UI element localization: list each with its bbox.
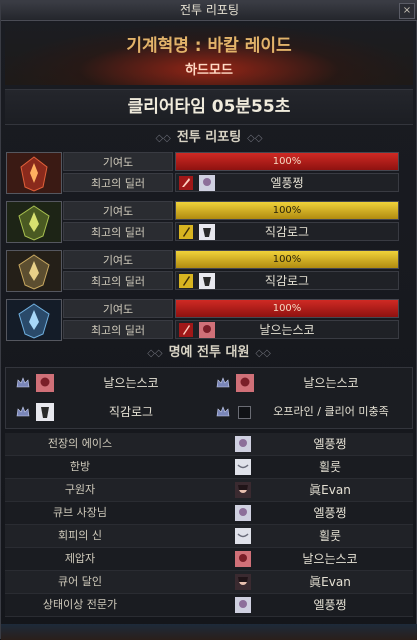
avatar xyxy=(36,374,54,392)
best-dealer: 날으는스코 xyxy=(175,320,399,339)
honor-member-offline: 오프라인 / 클리어 미충족 xyxy=(208,399,406,425)
background-strip xyxy=(1,624,417,640)
honor-member[interactable]: 날으는스코 xyxy=(8,370,206,396)
honor-member-name: 날으는스코 xyxy=(303,376,359,390)
window-title: 전투 리포팅 xyxy=(179,3,239,17)
best-dealer-label: 최고의 딜러 xyxy=(63,320,173,339)
contribution-label: 기여도 xyxy=(63,299,173,318)
avatar xyxy=(199,322,215,338)
award-row: 큐어 달인 眞Evan xyxy=(5,571,413,594)
contribution-label: 기여도 xyxy=(63,250,173,269)
empty-slot xyxy=(238,406,251,419)
contribution-bar: 100% xyxy=(175,152,399,171)
best-dealer-label: 최고의 딜러 xyxy=(63,271,173,290)
contribution-bar: 100% xyxy=(175,201,399,220)
award-player-name: 엘풍쩡 xyxy=(313,437,347,451)
window-titlebar[interactable]: 전투 리포팅 × xyxy=(1,1,417,21)
honor-member-name: 직감로그 xyxy=(108,405,154,419)
honor-member[interactable]: 직감로그 xyxy=(8,399,206,425)
honor-member[interactable]: 날으는스코 xyxy=(208,370,406,396)
avatar xyxy=(235,597,251,613)
report-section-label: 전투 리포팅 xyxy=(176,130,242,145)
best-dealer-name: 직감로그 xyxy=(264,225,310,239)
contribution-bar: 100% xyxy=(175,250,399,269)
best-dealer-name: 직감로그 xyxy=(264,274,310,288)
raid-banner: 기계혁명 : 바칼 레이드 하드모드 xyxy=(5,23,413,85)
avatar xyxy=(236,374,254,392)
award-title: 큐브 사장님 xyxy=(52,506,108,519)
green-dragon-portrait xyxy=(6,201,62,243)
award-row: 큐브 사장님 엘풍쩡 xyxy=(5,502,413,525)
award-title: 상태이상 전문가 xyxy=(42,598,118,611)
contribution-label: 기여도 xyxy=(63,152,173,171)
gold-class-icon xyxy=(179,274,193,288)
gold-class-icon xyxy=(179,225,193,239)
award-player-name: 眞Evan xyxy=(309,483,351,497)
report-row: 기여도 100% 최고의 딜러 직감로그 xyxy=(5,200,413,246)
award-title: 전장의 에이스 xyxy=(47,437,113,450)
avatar xyxy=(36,403,54,421)
award-row: 상태이상 전문가 엘풍쩡 xyxy=(5,594,413,617)
award-player-name: 날으는스코 xyxy=(302,552,358,566)
award-player-name: 엘풍쩡 xyxy=(313,598,347,612)
raid-mode: 하드모드 xyxy=(185,63,233,78)
avatar xyxy=(235,574,251,590)
award-title: 구원자 xyxy=(64,483,96,496)
honor-members-panel: 날으는스코 날으는스코 직감로그 오프라인 / 클리어 미충족 xyxy=(5,367,413,429)
contribution-bar: 100% xyxy=(175,299,399,318)
award-row: 제압자 날으는스코 xyxy=(5,548,413,571)
award-player-name: 眞Evan xyxy=(309,575,351,589)
award-title: 제압자 xyxy=(64,552,96,565)
award-title: 큐어 달인 xyxy=(58,575,102,588)
honor-member-name: 날으는스코 xyxy=(103,376,159,390)
award-player-name: 엘풍쩡 xyxy=(313,506,347,520)
red-class-icon xyxy=(179,176,193,190)
best-dealer: 직감로그 xyxy=(175,222,399,241)
best-dealer: 엘풍쩡 xyxy=(175,173,399,192)
red-dragon-portrait xyxy=(6,152,62,194)
award-title: 한방 xyxy=(69,460,91,473)
avatar xyxy=(235,551,251,567)
avatar xyxy=(235,528,251,544)
avatar xyxy=(235,459,251,475)
avatar xyxy=(235,505,251,521)
close-button[interactable]: × xyxy=(399,3,415,19)
contribution-label: 기여도 xyxy=(63,201,173,220)
honor-member-name: 오프라인 / 클리어 미충족 xyxy=(273,405,389,418)
best-dealer-name: 날으는스코 xyxy=(259,323,315,337)
avatar xyxy=(235,482,251,498)
avatar xyxy=(235,436,251,452)
report-row: 기여도 100% 최고의 딜러 날으는스코 xyxy=(5,298,413,344)
honor-section-title: ◇◇ 명예 전투 대원 ◇◇ xyxy=(147,345,271,360)
award-row: 한방 횔룻 xyxy=(5,456,413,479)
blue-dragon-portrait xyxy=(6,299,62,341)
report-row: 기여도 100% 최고의 딜러 엘풍쩡 xyxy=(5,151,413,197)
crown-icon xyxy=(216,406,230,417)
clear-time: 클리어타임 05분55초 xyxy=(5,89,413,125)
raid-name: 기계혁명 : 바칼 레이드 xyxy=(126,36,292,56)
best-dealer: 직감로그 xyxy=(175,271,399,290)
avatar xyxy=(199,175,215,191)
honor-section-label: 명예 전투 대원 xyxy=(168,345,250,360)
crown-icon xyxy=(16,406,30,417)
battle-report-window: 전투 리포팅 × 기계혁명 : 바칼 레이드 하드모드 클리어타임 05분55초… xyxy=(0,0,417,640)
report-section-title: ◇◇ 전투 리포팅 ◇◇ xyxy=(155,130,263,145)
crown-icon xyxy=(16,377,30,388)
award-row: 회피의 신 횔룻 xyxy=(5,525,413,548)
avatar xyxy=(199,224,215,240)
crown-icon xyxy=(216,377,230,388)
best-dealer-label: 최고의 딜러 xyxy=(63,222,173,241)
award-player-name: 횔룻 xyxy=(318,529,342,543)
report-row: 기여도 100% 최고의 딜러 직감로그 xyxy=(5,249,413,295)
bronze-dragon-portrait xyxy=(6,250,62,292)
award-row: 전장의 에이스 엘풍쩡 xyxy=(5,433,413,456)
avatar xyxy=(199,273,215,289)
best-dealer-label: 최고의 딜러 xyxy=(63,173,173,192)
award-player-name: 횔룻 xyxy=(318,460,342,474)
red-class-icon xyxy=(179,323,193,337)
award-row: 구원자 眞Evan xyxy=(5,479,413,502)
award-title: 회피의 신 xyxy=(58,529,102,542)
best-dealer-name: 엘풍쩡 xyxy=(270,176,304,190)
